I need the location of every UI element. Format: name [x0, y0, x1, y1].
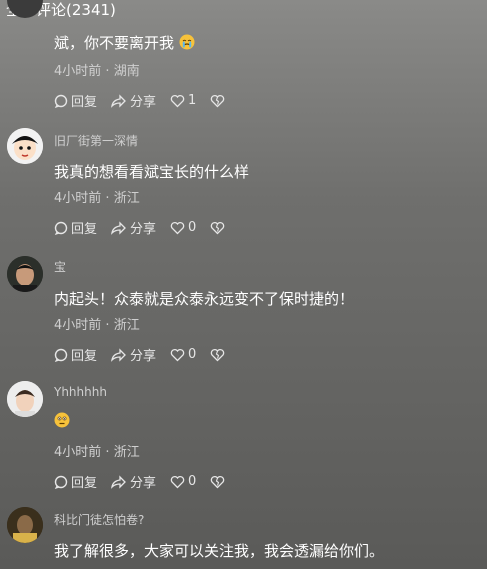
share-icon [111, 474, 126, 489]
reply-icon [54, 348, 68, 362]
comment-text: 我真的想看看斌宝长的什么样 [54, 163, 250, 181]
comment-meta: 4小时前 · 浙江 [54, 445, 140, 460]
share-button[interactable]: 分享 [111, 218, 156, 237]
avatar[interactable] [7, 381, 43, 417]
like-button[interactable]: 1 [170, 93, 196, 108]
emoji-icon [54, 412, 70, 432]
avatar[interactable] [7, 507, 43, 543]
share-icon [111, 93, 126, 108]
share-icon [111, 347, 126, 362]
share-button[interactable]: 分享 [111, 472, 156, 491]
reply-button[interactable]: 回复 [54, 218, 97, 237]
dislike-button[interactable] [210, 221, 228, 235]
like-button[interactable]: 0 [170, 347, 196, 362]
reply-button[interactable]: 回复 [54, 345, 97, 364]
comment-meta: 4小时前 · 湖南 [54, 64, 140, 79]
comment-text: 内起头！众泰就是众泰永远变不了保时捷的！ [54, 290, 355, 308]
share-button[interactable]: 分享 [111, 91, 156, 110]
comment-actions: 回复 分享 0 [54, 472, 242, 491]
avatar[interactable] [7, 256, 43, 292]
comment-actions: 回复 分享 0 [54, 218, 242, 237]
comment-username[interactable]: 科比门徒怎怕卷? [54, 511, 144, 528]
comment-actions: 回复 分享 1 [54, 91, 242, 110]
crying-emoji-icon [179, 34, 195, 54]
reply-button[interactable]: 回复 [54, 91, 97, 110]
reply-icon [54, 94, 68, 108]
reply-icon [54, 475, 68, 489]
dislike-button[interactable] [210, 348, 228, 362]
broken-heart-icon [211, 94, 225, 107]
dislike-button[interactable] [210, 94, 228, 108]
avatar[interactable] [7, 128, 43, 164]
comment-meta: 4小时前 · 浙江 [54, 318, 140, 333]
heart-icon [170, 348, 185, 361]
like-button[interactable]: 0 [170, 474, 196, 489]
comment-meta: 4小时前 · 浙江 [54, 191, 140, 206]
dislike-button[interactable] [210, 475, 228, 489]
comment-text: 斌，你不要离开我 [54, 32, 195, 54]
broken-heart-icon [211, 348, 225, 361]
comment-actions: 回复 分享 0 [54, 345, 242, 364]
heart-icon [170, 94, 185, 107]
comment-text [54, 412, 70, 432]
broken-heart-icon [211, 221, 225, 234]
comment-username[interactable]: Yhhhhhh [54, 385, 107, 399]
share-icon [111, 220, 126, 235]
comment-username[interactable]: 宝 [54, 258, 66, 275]
comment-text: 我了解很多，大家可以关注我，我会透漏给你们。 [54, 542, 385, 560]
share-button[interactable]: 分享 [111, 345, 156, 364]
like-button[interactable]: 0 [170, 220, 196, 235]
reply-icon [54, 221, 68, 235]
heart-icon [170, 475, 185, 488]
reply-button[interactable]: 回复 [54, 472, 97, 491]
broken-heart-icon [211, 475, 225, 488]
heart-icon [170, 221, 185, 234]
comment-username[interactable]: 旧厂街第一深情 [54, 132, 138, 149]
